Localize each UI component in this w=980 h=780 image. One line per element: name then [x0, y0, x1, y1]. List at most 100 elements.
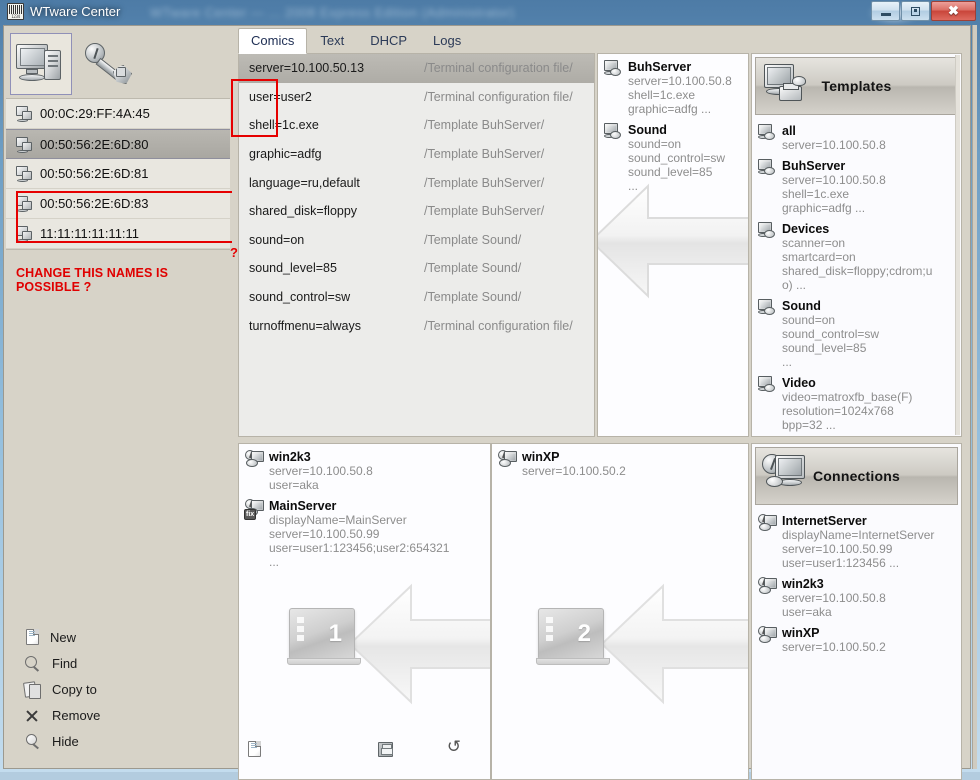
- entry-line: ...: [782, 355, 957, 369]
- connection-icon: fix: [245, 499, 266, 518]
- tab-bar[interactable]: Comics Text DHCP Logs: [232, 26, 970, 53]
- entry-name: BuhServer: [628, 60, 744, 74]
- computer-icon: [16, 195, 33, 212]
- entry-line: ...: [628, 179, 744, 193]
- sidebar-action-label: Copy to: [52, 682, 97, 697]
- table-row[interactable]: user=user2 /Terminal configuration file/: [239, 83, 594, 112]
- configuration-list-panel[interactable]: server=10.100.50.13 /Terminal configurat…: [238, 53, 595, 437]
- list-item[interactable]: Sound sound=on sound_control=sw sound_le…: [756, 299, 957, 369]
- window-controls[interactable]: ✖: [871, 1, 976, 21]
- list-item[interactable]: Sound sound=on sound_control=sw sound_le…: [602, 123, 744, 193]
- templates-panel[interactable]: Templates all server=10.100.50.8 BuhServ…: [751, 53, 962, 437]
- table-row[interactable]: server=10.100.50.13 /Terminal configurat…: [239, 54, 594, 83]
- x-icon: [24, 707, 41, 724]
- connections-list[interactable]: InternetServer displayName=InternetServe…: [752, 508, 961, 665]
- screen-2-panel[interactable]: 2 winXP server=10.100.50.2: [491, 443, 749, 780]
- tab-logs[interactable]: Logs: [420, 28, 474, 53]
- title-bar-left: WTware Center: [7, 3, 120, 20]
- table-row[interactable]: sound_control=sw /Template Sound/: [239, 283, 594, 312]
- config-source: /Template Sound/: [424, 233, 521, 247]
- toolbar-settings-button[interactable]: [78, 33, 140, 95]
- applied-templates-list[interactable]: BuhServer server=10.100.50.8 shell=1c.ex…: [598, 54, 748, 204]
- config-source: /Template BuhServer/: [424, 118, 544, 132]
- list-item[interactable]: Video video=matroxfb_base(F) resolution=…: [756, 376, 957, 432]
- connections-panel[interactable]: Connections InternetServer displayName=I…: [751, 443, 962, 780]
- new-button[interactable]: New: [4, 624, 232, 650]
- window-scrollbar[interactable]: [972, 25, 977, 769]
- list-item[interactable]: win2k3 server=10.100.50.8 user=aka: [756, 577, 957, 619]
- connection-icon: [498, 450, 519, 469]
- template-icon: [604, 123, 625, 142]
- computer-icon: [16, 136, 33, 153]
- templates-panel-header[interactable]: Templates: [755, 57, 958, 115]
- list-item[interactable]: Devices scanner=on smartcard=on shared_d…: [756, 222, 957, 292]
- close-button[interactable]: ✖: [931, 1, 976, 21]
- list-item[interactable]: winXP server=10.100.50.2: [756, 626, 957, 654]
- screen-1-panel[interactable]: 1 win2k3 server=10.100.50.8 user=aka fix: [238, 443, 491, 780]
- entry-line: user=aka: [269, 478, 486, 492]
- templates-scrollbar[interactable]: [955, 55, 960, 435]
- table-row[interactable]: shell=1c.exe /Template BuhServer/: [239, 111, 594, 140]
- wrench-icon: [82, 40, 136, 88]
- list-item[interactable]: winXP server=10.100.50.2: [496, 450, 744, 478]
- entry-line: resolution=1024x768: [782, 404, 957, 418]
- minimize-button[interactable]: [871, 1, 900, 21]
- list-item[interactable]: InternetServer displayName=InternetServe…: [756, 514, 957, 570]
- table-row[interactable]: sound_level=85 /Template Sound/: [239, 254, 594, 283]
- connections-panel-header[interactable]: Connections: [755, 447, 958, 505]
- config-source: /Template BuhServer/: [424, 176, 544, 190]
- templates-list[interactable]: all server=10.100.50.8 BuhServer server=…: [752, 118, 961, 437]
- table-row[interactable]: language=ru,default /Template BuhServer/: [239, 168, 594, 197]
- template-icon: [604, 60, 625, 79]
- connection-icon: [758, 514, 779, 533]
- config-key: language=ru,default: [249, 176, 424, 190]
- config-source: /Template Sound/: [424, 290, 521, 304]
- list-item[interactable]: fix MainServer displayName=MainServer se…: [243, 499, 486, 569]
- title-bar[interactable]: WTware Center — ... 2008 Express Edition…: [0, 0, 980, 25]
- entry-line: scanner=on: [782, 236, 957, 250]
- entry-line: server=10.100.50.8: [782, 173, 957, 187]
- config-key: shared_disk=floppy: [249, 204, 424, 218]
- list-item[interactable]: BuhServer server=10.100.50.8 shell=1c.ex…: [602, 60, 744, 116]
- list-item[interactable]: 00:50:56:2E:6D:83: [6, 189, 230, 219]
- tab-dhcp[interactable]: DHCP: [357, 28, 420, 53]
- table-row[interactable]: sound=on /Template Sound/: [239, 226, 594, 255]
- tab-text[interactable]: Text: [307, 28, 357, 53]
- template-icon: [758, 376, 779, 395]
- screen-2-connections-list[interactable]: winXP server=10.100.50.2: [492, 444, 748, 489]
- app-window: WTware Center — ... 2008 Express Edition…: [0, 0, 980, 772]
- copy-to-button[interactable]: Copy to: [4, 676, 232, 702]
- table-row[interactable]: shared_disk=floppy /Template BuhServer/: [239, 197, 594, 226]
- list-item[interactable]: 00:0C:29:FF:4A:45: [6, 99, 230, 129]
- sidebar-actions[interactable]: New Find Copy to Remove Hide: [4, 624, 232, 768]
- table-row[interactable]: turnoffmenu=always /Terminal configurati…: [239, 311, 594, 340]
- main-area: Comics Text DHCP Logs server=10.100.50.1…: [232, 26, 970, 768]
- screen-1-connections-list[interactable]: win2k3 server=10.100.50.8 user=aka fix M…: [239, 444, 490, 580]
- config-source: /Template BuhServer/: [424, 204, 544, 218]
- hide-button[interactable]: Hide: [4, 728, 232, 754]
- entry-line: shell=1c.exe: [628, 88, 744, 102]
- list-item[interactable]: all server=10.100.50.8: [756, 124, 957, 152]
- entry-line: sound=on: [628, 137, 744, 151]
- terminal-list[interactable]: 00:0C:29:FF:4A:45 00:50:56:2E:6D:80 00:5…: [6, 98, 230, 250]
- sidebar: 00:0C:29:FF:4A:45 00:50:56:2E:6D:80 00:5…: [4, 26, 232, 768]
- config-key: sound=on: [249, 233, 424, 247]
- connection-icon: [758, 626, 779, 645]
- list-item[interactable]: 00:50:56:2E:6D:80: [6, 129, 230, 159]
- screen-number-badge: 2: [538, 608, 604, 660]
- maximize-button[interactable]: [901, 1, 930, 21]
- list-item[interactable]: 00:50:56:2E:6D:81: [6, 159, 230, 189]
- entry-name: winXP: [522, 450, 744, 464]
- sidebar-toolbar[interactable]: [4, 26, 232, 98]
- list-item[interactable]: 11:11:11:11:11:11: [6, 219, 230, 249]
- list-item[interactable]: BuhServer server=10.100.50.8 shell=1c.ex…: [756, 159, 957, 215]
- table-row[interactable]: graphic=adfg /Template BuhServer/: [239, 140, 594, 169]
- entry-line: server=10.100.50.8: [782, 591, 957, 605]
- applied-templates-panel[interactable]: BuhServer server=10.100.50.8 shell=1c.ex…: [597, 53, 749, 437]
- remove-button[interactable]: Remove: [4, 702, 232, 728]
- panels-container: server=10.100.50.13 /Terminal configurat…: [232, 53, 970, 730]
- toolbar-terminals-button[interactable]: [10, 33, 72, 95]
- find-button[interactable]: Find: [4, 650, 232, 676]
- list-item[interactable]: win2k3 server=10.100.50.8 user=aka: [243, 450, 486, 492]
- tab-comics[interactable]: Comics: [238, 28, 307, 54]
